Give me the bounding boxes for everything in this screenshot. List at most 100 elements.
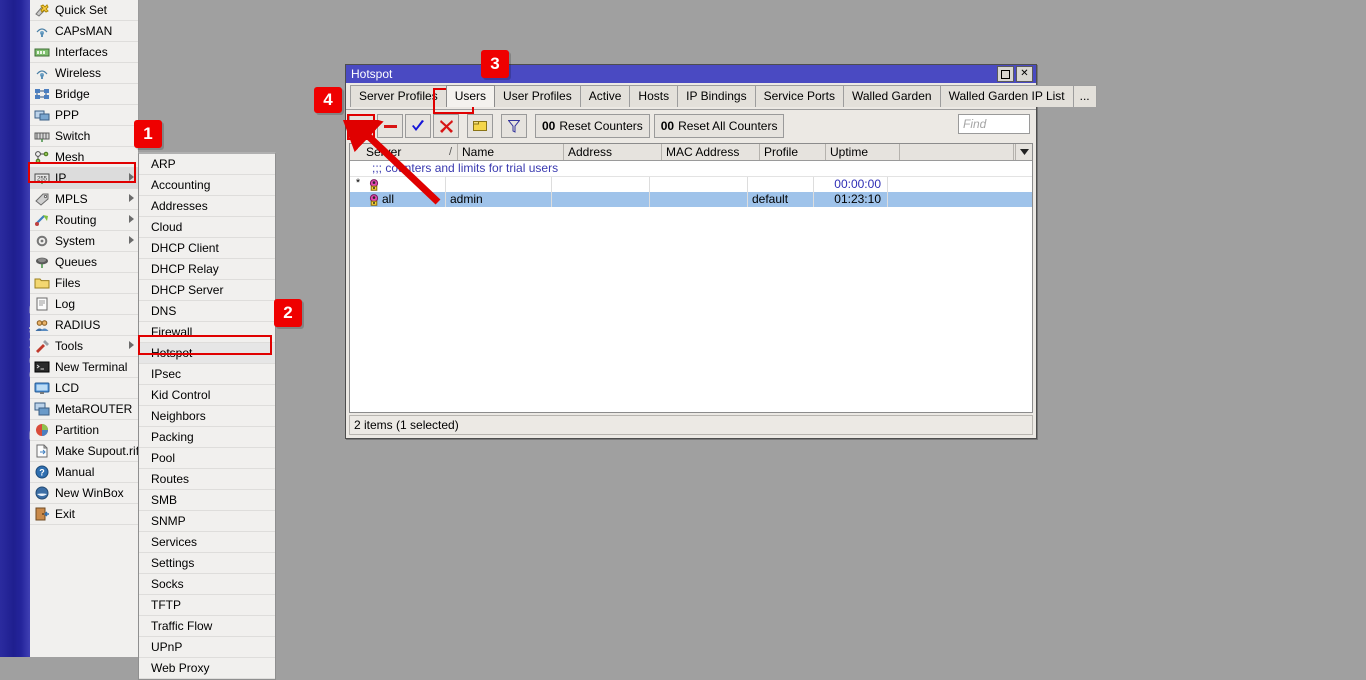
- ip-submenu-item-firewall[interactable]: Firewall: [139, 322, 275, 343]
- ip-submenu-item-dhcp-server[interactable]: DHCP Server: [139, 280, 275, 301]
- ip-submenu-item-dhcp-relay[interactable]: DHCP Relay: [139, 259, 275, 280]
- ip-submenu-item-hotspot[interactable]: Hotspot: [139, 343, 275, 364]
- ip-submenu-item-web-proxy[interactable]: Web Proxy: [139, 658, 275, 679]
- sidebar-item-metarouter[interactable]: MetaROUTER: [30, 399, 138, 420]
- maximize-button[interactable]: [997, 66, 1014, 82]
- table-row[interactable]: alladmindefault01:23:10: [350, 192, 1032, 207]
- sidebar-item-capsman[interactable]: CAPsMAN: [30, 21, 138, 42]
- ip-submenu-item-settings[interactable]: Settings: [139, 553, 275, 574]
- sidebar-item-wireless[interactable]: Wireless: [30, 63, 138, 84]
- ip-submenu-item-snmp[interactable]: SNMP: [139, 511, 275, 532]
- reset-counters-button[interactable]: 00 Reset Counters: [535, 114, 650, 138]
- sidebar-item-make-supout-rif[interactable]: Make Supout.rif: [30, 441, 138, 462]
- sidebar-item-switch[interactable]: Switch: [30, 126, 138, 147]
- tab-walled-garden-ip-list[interactable]: Walled Garden IP List: [940, 85, 1074, 107]
- tab-label: ...: [1080, 89, 1090, 103]
- close-button[interactable]: ✕: [1016, 66, 1033, 82]
- tab-service-ports[interactable]: Service Ports: [755, 85, 844, 107]
- tools-icon: [34, 339, 50, 353]
- tab-ip-bindings[interactable]: IP Bindings: [677, 85, 756, 107]
- cell-profile: default: [748, 192, 814, 207]
- disable-button[interactable]: [433, 114, 459, 138]
- column-chooser-button[interactable]: [1015, 144, 1032, 160]
- sidebar-item-label: IP: [55, 171, 66, 185]
- ip-submenu-item-routes[interactable]: Routes: [139, 469, 275, 490]
- sidebar-item-routing[interactable]: Routing: [30, 210, 138, 231]
- hotspot-user-icon: [368, 179, 380, 191]
- sidebar-item-system[interactable]: System: [30, 231, 138, 252]
- annotation-badge-2: 2: [274, 299, 302, 327]
- sidebar-item-new-terminal[interactable]: New Terminal: [30, 357, 138, 378]
- sidebar-item-files[interactable]: Files: [30, 273, 138, 294]
- enable-button[interactable]: [405, 114, 431, 138]
- ip-submenu-item-arp[interactable]: ARP: [139, 154, 275, 175]
- sidebar-item-label: LCD: [55, 381, 79, 395]
- ip-submenu-item-cloud[interactable]: Cloud: [139, 217, 275, 238]
- add-button[interactable]: [349, 114, 375, 138]
- tab-users[interactable]: Users: [446, 85, 495, 107]
- table-row[interactable]: *00:00:00: [350, 177, 1032, 192]
- sidebar-item-mesh[interactable]: Mesh: [30, 147, 138, 168]
- tab-server-profiles[interactable]: Server Profiles: [350, 85, 447, 107]
- sidebar-item-log[interactable]: Log: [30, 294, 138, 315]
- column-header-label: MAC Address: [666, 145, 739, 159]
- hotspot-titlebar[interactable]: Hotspot ✕: [346, 65, 1036, 83]
- ip-submenu-item-kid-control[interactable]: Kid Control: [139, 385, 275, 406]
- sidebar-item-label: Interfaces: [55, 45, 108, 59]
- column-header-mac-address[interactable]: MAC Address: [662, 144, 760, 160]
- ip-submenu-item-neighbors[interactable]: Neighbors: [139, 406, 275, 427]
- ip-submenu-item-traffic-flow[interactable]: Traffic Flow: [139, 616, 275, 637]
- ip-submenu-item-dns[interactable]: DNS: [139, 301, 275, 322]
- sidebar-item-lcd[interactable]: LCD: [30, 378, 138, 399]
- annotation-badge-number: 2: [283, 303, 292, 323]
- table-comment-row[interactable]: ;;; counters and limits for trial users: [350, 161, 1032, 177]
- comment-button[interactable]: [467, 114, 493, 138]
- ip-submenu-item-ipsec[interactable]: IPsec: [139, 364, 275, 385]
- column-header-uptime[interactable]: Uptime: [826, 144, 900, 160]
- tab-[interactable]: ...: [1073, 85, 1097, 107]
- tab-hosts[interactable]: Hosts: [629, 85, 678, 107]
- ip-submenu-item-dhcp-client[interactable]: DHCP Client: [139, 238, 275, 259]
- ip-icon: 255: [34, 171, 50, 185]
- sidebar-item-interfaces[interactable]: Interfaces: [30, 42, 138, 63]
- column-header-blank[interactable]: [900, 144, 1014, 160]
- column-header-profile[interactable]: Profile: [760, 144, 826, 160]
- ip-submenu-item-packing[interactable]: Packing: [139, 427, 275, 448]
- system-icon: [34, 234, 50, 248]
- sidebar-item-queues[interactable]: Queues: [30, 252, 138, 273]
- filter-button[interactable]: [501, 114, 527, 138]
- sidebar-item-mpls[interactable]: MPLS: [30, 189, 138, 210]
- ip-submenu-item-smb[interactable]: SMB: [139, 490, 275, 511]
- ip-submenu-item-tftp[interactable]: TFTP: [139, 595, 275, 616]
- tab-walled-garden[interactable]: Walled Garden: [843, 85, 941, 107]
- sidebar-item-manual[interactable]: ?Manual: [30, 462, 138, 483]
- reset-all-counters-button[interactable]: 00 Reset All Counters: [654, 114, 785, 138]
- ip-submenu-item-upnp[interactable]: UPnP: [139, 637, 275, 658]
- ip-submenu-item-socks[interactable]: Socks: [139, 574, 275, 595]
- sidebar-item-bridge[interactable]: Bridge: [30, 84, 138, 105]
- tab-active[interactable]: Active: [580, 85, 631, 107]
- sidebar-item-ppp[interactable]: PPP: [30, 105, 138, 126]
- find-input[interactable]: Find: [958, 114, 1030, 134]
- sidebar-item-radius[interactable]: RADIUS: [30, 315, 138, 336]
- sidebar-item-partition[interactable]: Partition: [30, 420, 138, 441]
- sidebar-item-exit[interactable]: Exit: [30, 504, 138, 525]
- sidebar-item-ip[interactable]: 255 IP: [30, 168, 138, 189]
- mesh-icon: [34, 150, 50, 164]
- column-header-name[interactable]: Name: [458, 144, 564, 160]
- ip-submenu-item-accounting[interactable]: Accounting: [139, 175, 275, 196]
- sidebar-item-new-winbox[interactable]: New WinBox: [30, 483, 138, 504]
- column-header-server[interactable]: Server/: [362, 144, 458, 160]
- ip-submenu-item-services[interactable]: Services: [139, 532, 275, 553]
- column-header-address[interactable]: Address: [564, 144, 662, 160]
- table-comment-text: ;;; counters and limits for trial users: [372, 161, 558, 176]
- sidebar-item-label: RADIUS: [55, 318, 100, 332]
- ip-submenu-item-pool[interactable]: Pool: [139, 448, 275, 469]
- ip-submenu-item-addresses[interactable]: Addresses: [139, 196, 275, 217]
- tab-user-profiles[interactable]: User Profiles: [494, 85, 581, 107]
- lcd-icon: [34, 381, 50, 395]
- chevron-right-icon: [129, 215, 134, 223]
- remove-button[interactable]: [377, 114, 403, 138]
- sidebar-item-quick-set[interactable]: Quick Set: [30, 0, 138, 21]
- sidebar-item-tools[interactable]: Tools: [30, 336, 138, 357]
